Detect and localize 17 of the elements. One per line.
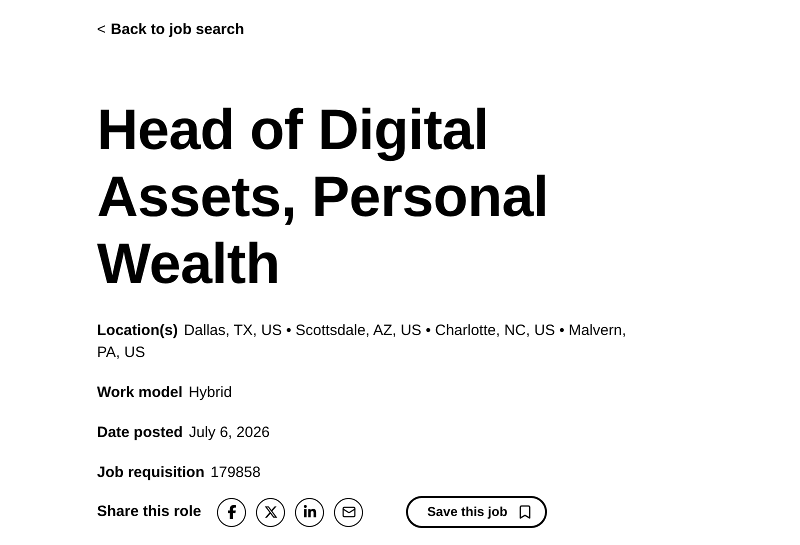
job-title: Head of Digital Assets, Personal Wealth (97, 97, 550, 298)
share-x-button[interactable] (256, 498, 286, 526)
share-label: Share this role (97, 502, 202, 522)
detail-line: Location(s) Dallas, TX, US • Scottsdale, AZ, US • Charlotte, NC, US • Malvern, PA, US (97, 321, 628, 363)
detail-line: Work model Hybrid (97, 383, 233, 403)
bookmark-icon (517, 504, 534, 520)
chevron-icon: < (97, 18, 106, 42)
detail-line: Date posted July 6, 2026 (97, 423, 271, 443)
linkedin-icon (302, 505, 317, 519)
share-facebook-button[interactable] (217, 498, 246, 526)
detail-line: Job requisition 179858 (97, 463, 262, 483)
share-linkedin-button[interactable] (295, 498, 324, 526)
x-icon (264, 505, 278, 519)
share-email-button[interactable] (334, 498, 364, 526)
back-link[interactable]: < Back to job search (97, 20, 800, 40)
save-job-button[interactable]: Save this job (406, 496, 548, 528)
mail-icon (342, 505, 356, 519)
